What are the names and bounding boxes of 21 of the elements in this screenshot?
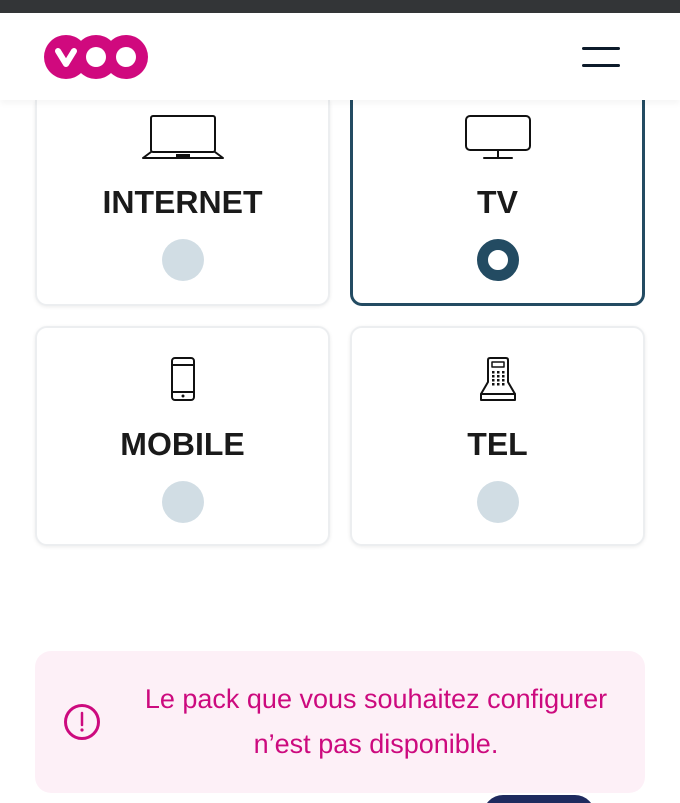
product-card[interactable]: MOBILE — [35, 326, 330, 546]
desk-phone-icon — [478, 356, 518, 402]
alert-message: Le pack que vous souhaitez configurer n’est pas disponible. — [144, 683, 608, 761]
product-card[interactable]: TV — [350, 100, 645, 306]
laptop-icon — [142, 114, 224, 160]
radio-button[interactable] — [476, 481, 518, 523]
product-card[interactable]: TEL — [350, 326, 645, 546]
product-label: MOBILE — [120, 425, 245, 464]
radio-button[interactable] — [162, 481, 204, 523]
tv-icon — [464, 114, 532, 160]
product-label: TV — [477, 183, 518, 222]
product-label: INTERNET — [102, 183, 262, 222]
smartphone-icon — [170, 356, 196, 402]
product-card[interactable]: INTERNET — [35, 100, 330, 306]
menu-button[interactable] — [582, 46, 620, 66]
radio-button[interactable] — [476, 239, 518, 281]
warning-icon — [63, 703, 101, 741]
product-label: TEL — [467, 425, 528, 464]
logo-icon — [44, 34, 148, 78]
radio-button[interactable] — [162, 239, 204, 281]
menu-icon — [582, 46, 620, 66]
